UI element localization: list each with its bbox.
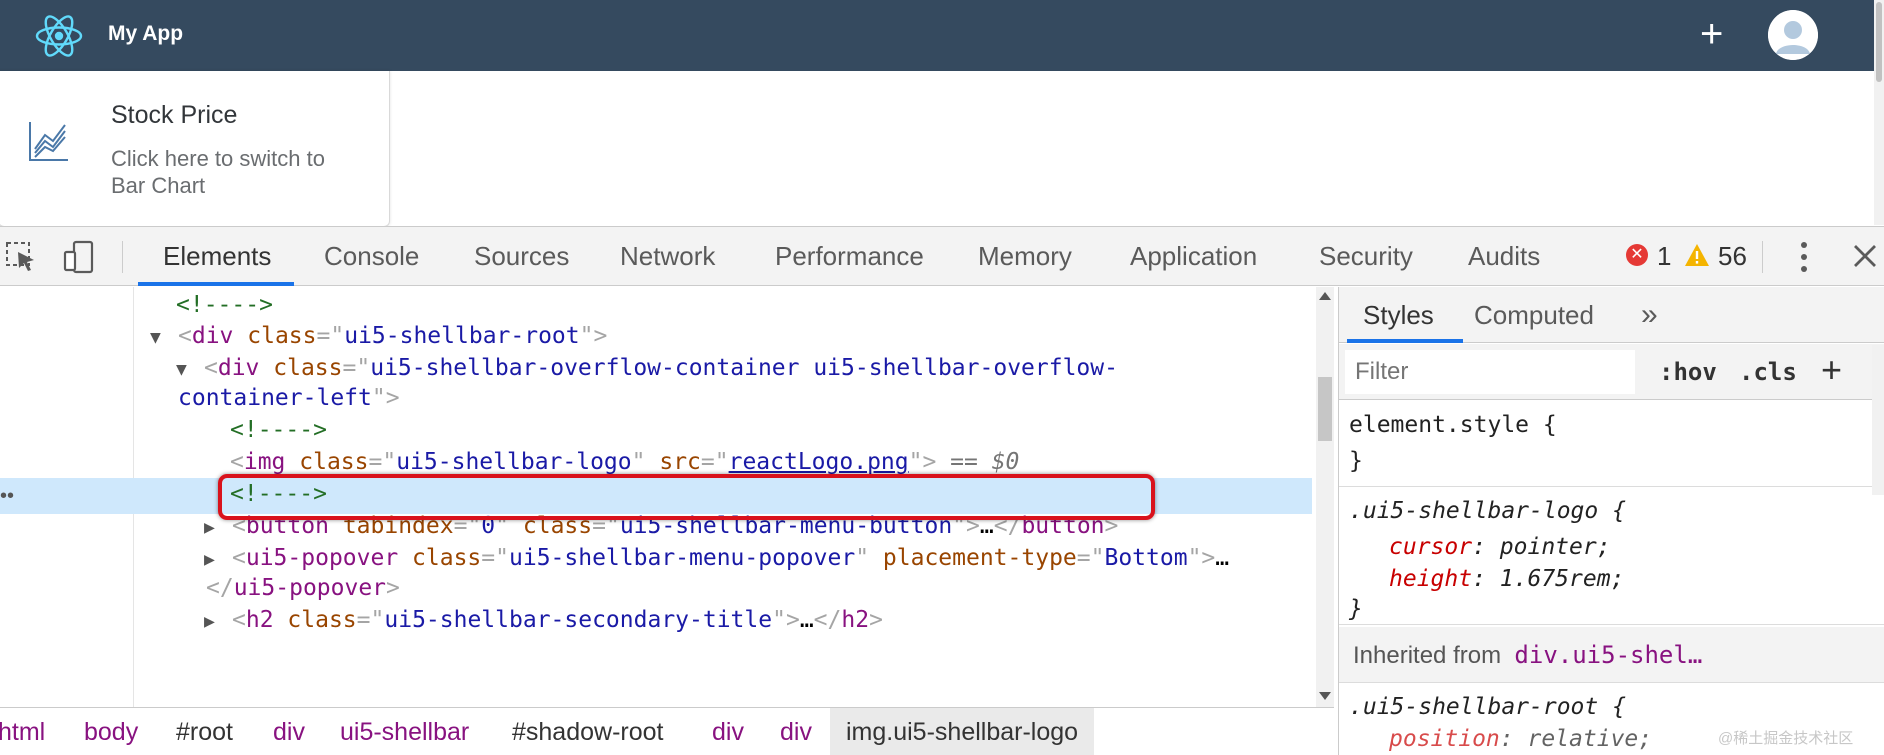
style-property-cursor[interactable]: cursor: pointer; [1389, 531, 1611, 563]
breadcrumb-div-2[interactable]: div [712, 708, 744, 755]
more-tabs-icon[interactable]: » [1641, 287, 1658, 343]
logo-style-close: } [1349, 596, 1363, 622]
tab-audits[interactable]: Audits [1468, 227, 1540, 286]
breadcrumb-img-logo[interactable]: img.ui5-shellbar-logo [830, 708, 1095, 755]
style-property-height[interactable]: height: 1.675rem; [1389, 563, 1624, 595]
tab-network[interactable]: Network [620, 227, 715, 286]
tree-comment-2[interactable]: <!----> [230, 412, 327, 448]
breadcrumb-div-3[interactable]: div [780, 708, 812, 755]
tab-console[interactable]: Console [324, 227, 419, 286]
react-logo-icon[interactable] [32, 9, 86, 63]
tab-memory[interactable]: Memory [978, 227, 1072, 286]
warning-count[interactable]: 56 [1718, 227, 1747, 286]
active-sidebar-tab-indicator [1347, 339, 1463, 343]
tab-computed[interactable]: Computed [1474, 287, 1594, 343]
class-toggle-button[interactable]: .cls [1739, 344, 1797, 400]
hover-state-button[interactable]: :hov [1659, 344, 1717, 400]
inherited-selector-link[interactable]: div.ui5-shel… [1514, 641, 1702, 669]
avatar[interactable] [1768, 10, 1818, 60]
tab-sources[interactable]: Sources [474, 227, 569, 286]
inspect-element-icon[interactable] [4, 240, 38, 274]
collapse-triangle-icon[interactable]: ▼ [150, 320, 178, 356]
devtools-panel: Elements Console Sources Network Perform… [0, 226, 1884, 755]
root-style-selector: .ui5-shellbar-root { [1349, 694, 1626, 720]
breadcrumb-div-1[interactable]: div [273, 708, 305, 755]
new-style-rule-button[interactable]: + [1821, 350, 1842, 390]
breadcrumb-ui5-shellbar[interactable]: ui5-shellbar [340, 708, 469, 755]
logo-style-rule[interactable]: .ui5-shellbar-logo { cursor: pointer; he… [1339, 487, 1884, 625]
page-scrollbar-thumb[interactable] [1876, 2, 1882, 82]
scroll-down-icon[interactable] [1319, 692, 1331, 700]
breadcrumb-html[interactable]: html [0, 708, 45, 755]
elements-scrollbar[interactable] [1316, 287, 1334, 707]
sidebar-scrollbar[interactable] [1872, 345, 1884, 495]
styles-sidebar: Styles Computed » :hov .cls + element.st… [1338, 287, 1884, 755]
error-count[interactable]: 1 [1657, 227, 1671, 286]
elements-tree-panel[interactable]: •• <!----> ▼ <div class="ui5-shellbar-roo… [0, 287, 1334, 707]
style-property-position[interactable]: position: relative; [1389, 723, 1652, 755]
user-icon [1768, 10, 1818, 60]
filter-toolbar: :hov .cls + [1339, 344, 1884, 400]
tree-node-shellbar-root[interactable]: ▼ <div class="ui5-shellbar-root"> [150, 318, 607, 354]
error-icon[interactable]: ✕ [1626, 244, 1648, 266]
tree-node-menu-popover-close[interactable]: </ui5-popover> [206, 570, 400, 606]
node-ellipsis-icon[interactable]: •• [0, 478, 14, 514]
stock-price-card[interactable]: Stock Price Click here to switch to Bar … [0, 71, 390, 227]
toolbar-divider [122, 241, 123, 273]
device-toolbar-icon[interactable] [62, 240, 96, 274]
inherited-from-header: Inherited from div.ui5-shel… [1339, 627, 1884, 683]
logo-style-selector: .ui5-shellbar-logo { [1349, 498, 1626, 524]
tab-security[interactable]: Security [1319, 227, 1413, 286]
elements-scrollbar-thumb[interactable] [1318, 377, 1332, 441]
tab-styles[interactable]: Styles [1363, 287, 1434, 343]
element-style-selector: element.style { [1349, 412, 1557, 438]
element-style-close: } [1349, 448, 1363, 474]
highlight-box [218, 474, 1155, 520]
card-title: Stock Price [111, 101, 238, 129]
close-devtools-icon[interactable] [1850, 241, 1880, 271]
warning-icon[interactable] [1684, 243, 1710, 267]
line-chart-icon [29, 122, 68, 161]
breadcrumb-root[interactable]: #root [176, 708, 233, 755]
img-src-link[interactable]: reactLogo.png [729, 449, 909, 475]
breadcrumb-shadow-root[interactable]: #shadow-root [512, 708, 663, 755]
styles-filter-input[interactable] [1345, 350, 1635, 394]
more-options-icon[interactable] [1794, 239, 1814, 275]
tab-performance[interactable]: Performance [775, 227, 924, 286]
active-tab-indicator [138, 282, 294, 286]
expand-triangle-icon[interactable]: ▶ [204, 604, 232, 640]
card-subtitle: Click here to switch to Bar Chart [111, 146, 325, 198]
breadcrumb-body[interactable]: body [84, 708, 138, 755]
app-title: My App [108, 22, 184, 45]
watermark: @稀土掘金技术社区 [1718, 730, 1854, 747]
toolbar-divider-right [1762, 241, 1763, 273]
tab-application[interactable]: Application [1130, 227, 1257, 286]
tree-node-secondary-title[interactable]: ▶ <h2 class="ui5-shellbar-secondary-title… [204, 602, 883, 638]
element-style-rule[interactable]: element.style { } [1339, 401, 1884, 487]
sidebar-tabs: Styles Computed » [1339, 287, 1884, 343]
tree-node-overflow-container-cont[interactable]: container-left"> [178, 380, 400, 416]
devtools-toolbar: Elements Console Sources Network Perform… [0, 227, 1884, 286]
scroll-up-icon[interactable] [1319, 292, 1331, 300]
shellbar: My App + [0, 0, 1884, 71]
tab-elements[interactable]: Elements [163, 227, 271, 286]
add-button[interactable]: + [1700, 14, 1723, 54]
breadcrumb: html body #root div ui5-shellbar #shadow… [0, 707, 1334, 755]
